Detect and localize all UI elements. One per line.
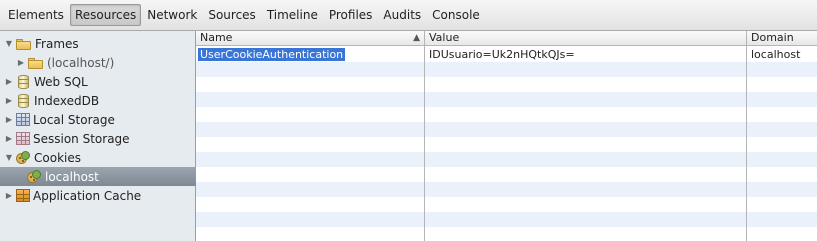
column-divider[interactable]: [746, 31, 747, 241]
folder-icon: [28, 57, 44, 69]
resources-sidebar: ▼ Frames ▶ (localhost/) ▶ Web SQL ▶ Inde…: [0, 31, 196, 241]
sidebar-item-web-sql[interactable]: ▶ Web SQL: [0, 72, 196, 91]
column-header-label: Domain: [751, 31, 794, 44]
tab-audits[interactable]: Audits: [378, 4, 426, 26]
sort-ascending-icon: ▲: [413, 33, 420, 43]
chevron-right-icon[interactable]: ▶: [4, 77, 14, 87]
tab-console[interactable]: Console: [427, 4, 485, 26]
tab-network[interactable]: Network: [142, 4, 202, 26]
session-storage-icon: [16, 132, 30, 145]
tab-sources[interactable]: Sources: [203, 4, 260, 26]
chevron-right-icon[interactable]: ▶: [4, 115, 14, 125]
tab-resources[interactable]: Resources: [69, 4, 142, 26]
sidebar-item-label: (localhost/): [47, 55, 115, 70]
column-header-name[interactable]: Name ▲: [196, 31, 425, 46]
local-storage-icon: [16, 113, 30, 126]
sidebar-item-label: Session Storage: [33, 131, 130, 146]
column-header-label: Name: [200, 31, 233, 44]
column-header-label: Value: [429, 31, 460, 44]
sidebar-item-frame-localhost[interactable]: ▶ (localhost/): [0, 53, 196, 72]
sidebar-item-indexeddb[interactable]: ▶ IndexedDB: [0, 91, 196, 110]
sidebar-item-label: Application Cache: [33, 188, 142, 203]
chevron-down-icon[interactable]: ▼: [4, 153, 14, 163]
tab-profiles[interactable]: Profiles: [324, 4, 378, 26]
cookie-icon: [27, 169, 42, 184]
cookies-icon: [16, 150, 31, 165]
sidebar-item-cookies-localhost[interactable]: localhost: [0, 167, 196, 186]
column-header-domain[interactable]: Domain: [747, 31, 817, 46]
chevron-right-icon[interactable]: ▶: [4, 191, 14, 201]
sidebar-item-label: Frames: [35, 36, 79, 51]
folder-icon: [16, 38, 32, 50]
panel-tabs-toolbar: Elements Resources Network Sources Timel…: [0, 0, 817, 31]
cookie-name: UserCookieAuthentication: [198, 48, 346, 61]
sidebar-item-application-cache[interactable]: ▶ Application Cache: [0, 186, 196, 205]
database-icon: [18, 74, 29, 89]
sidebar-item-label: Local Storage: [33, 112, 115, 127]
table-row[interactable]: UserCookieAuthentication IDUsuario=Uk2nH…: [196, 47, 817, 62]
column-header-value[interactable]: Value: [425, 31, 747, 46]
sidebar-item-label: localhost: [45, 169, 99, 184]
chevron-down-icon[interactable]: ▼: [4, 39, 14, 49]
tab-elements[interactable]: Elements: [3, 4, 69, 26]
cookie-value-cell[interactable]: IDUsuario=Uk2nHQtkQJs=: [425, 47, 746, 62]
sidebar-item-session-storage[interactable]: ▶ Session Storage: [0, 129, 196, 148]
chevron-right-icon[interactable]: ▶: [16, 58, 26, 68]
database-icon: [18, 93, 29, 108]
sidebar-item-label: Cookies: [34, 150, 81, 165]
table-body: [196, 47, 817, 241]
sidebar-item-label: Web SQL: [34, 74, 88, 89]
tab-timeline[interactable]: Timeline: [262, 4, 323, 26]
chevron-right-icon[interactable]: ▶: [4, 134, 14, 144]
cookie-name-cell[interactable]: UserCookieAuthentication: [196, 47, 424, 62]
application-cache-icon: [16, 189, 30, 202]
column-divider[interactable]: [424, 31, 425, 241]
sidebar-item-frames[interactable]: ▼ Frames: [0, 34, 196, 53]
sidebar-item-label: IndexedDB: [34, 93, 100, 108]
table-header: Name ▲ Value Domain: [196, 31, 817, 46]
chevron-right-icon[interactable]: ▶: [4, 96, 14, 106]
cookie-domain-cell[interactable]: localhost: [747, 47, 817, 62]
sidebar-item-cookies[interactable]: ▼ Cookies: [0, 148, 196, 167]
sidebar-item-local-storage[interactable]: ▶ Local Storage: [0, 110, 196, 129]
cookies-table: Name ▲ Value Domain UserCookieAuthentica…: [196, 31, 817, 241]
